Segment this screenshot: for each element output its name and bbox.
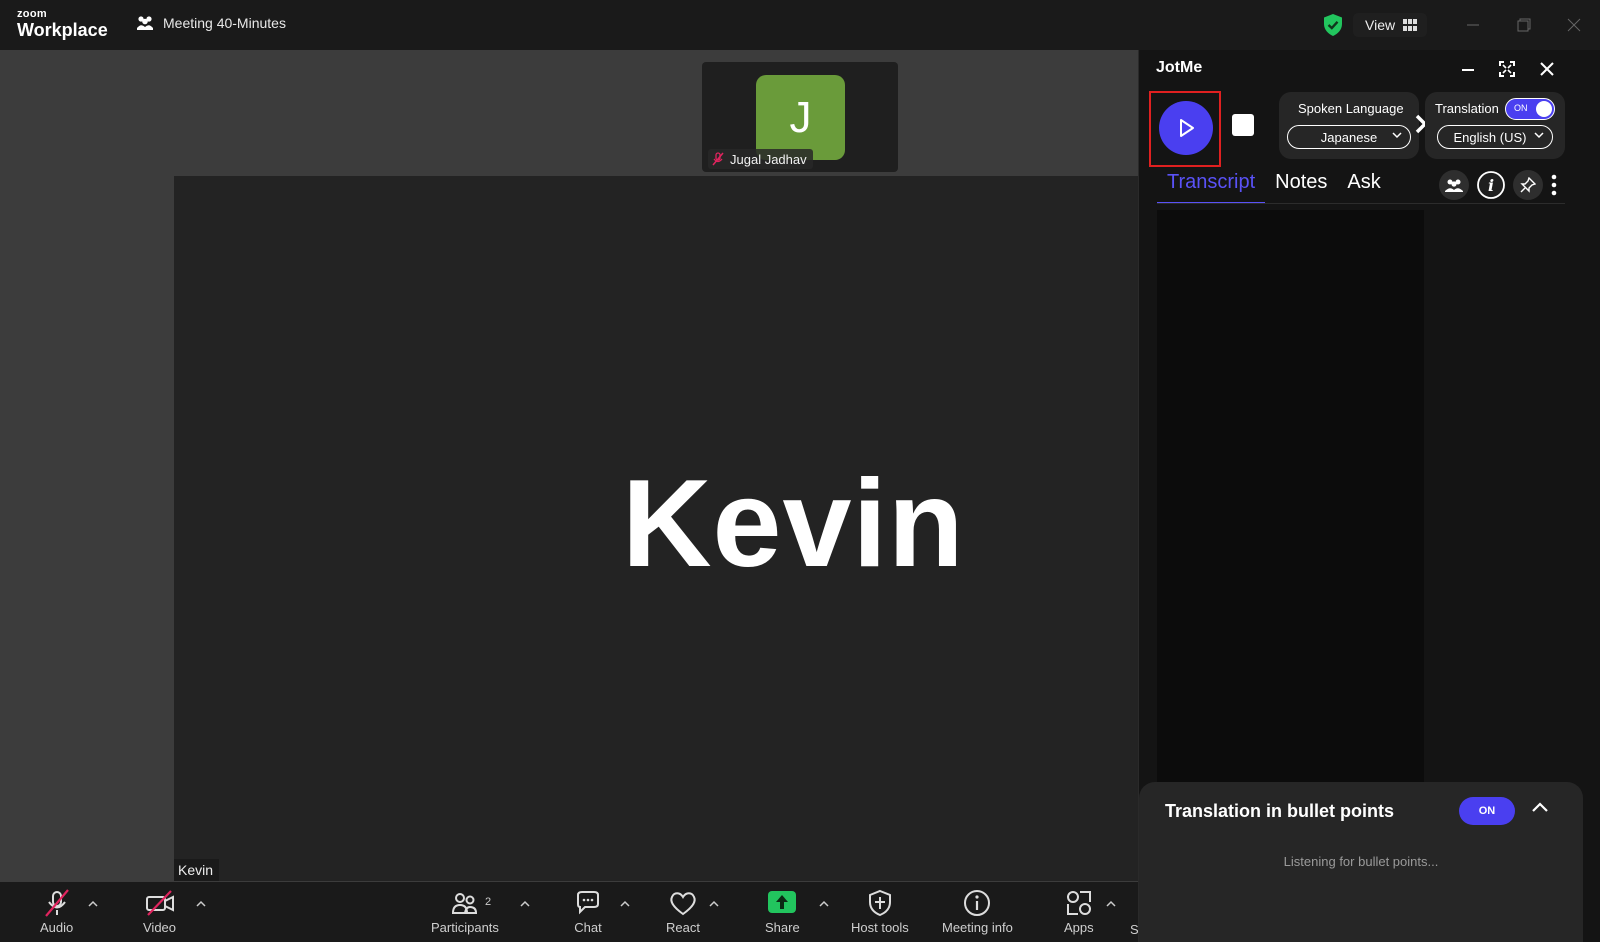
avatar: J xyxy=(756,75,845,160)
audio-label: Audio xyxy=(40,920,74,935)
participants-icon xyxy=(451,893,477,914)
video-button[interactable]: Video xyxy=(143,888,176,935)
tab-ask[interactable]: Ask xyxy=(1337,168,1390,204)
tab-transcript[interactable]: Transcript xyxy=(1157,168,1266,204)
spoken-language-card: Spoken Language Japanese xyxy=(1279,92,1419,159)
minimize-icon[interactable] xyxy=(1462,14,1484,36)
speakers-icon[interactable] xyxy=(1439,170,1469,200)
meeting-info-label: Meeting info xyxy=(942,920,1013,935)
stop-button[interactable] xyxy=(1232,114,1254,136)
play-icon xyxy=(1180,119,1194,137)
zoom-workplace-logo: zoom Workplace xyxy=(17,8,108,40)
share-options-chevron-up-icon[interactable] xyxy=(817,897,831,909)
chat-button[interactable]: Chat xyxy=(574,888,602,935)
close-window-icon[interactable] xyxy=(1563,14,1585,36)
audio-button[interactable]: Audio xyxy=(40,888,73,935)
title-bar: zoom Workplace Meeting 40-Minutes View xyxy=(0,0,1600,50)
translation-toggle-state: ON xyxy=(1514,103,1528,113)
react-button[interactable]: React xyxy=(666,888,700,935)
transcript-area[interactable] xyxy=(1157,210,1424,830)
translation-toggle[interactable]: ON xyxy=(1505,98,1555,120)
meeting-title[interactable]: Meeting 40-Minutes xyxy=(136,15,286,31)
grid-icon xyxy=(1403,19,1418,31)
apps-label: Apps xyxy=(1064,920,1094,935)
participants-count: 2 xyxy=(485,896,492,908)
listening-status: Listening for bullet points... xyxy=(1283,854,1439,869)
host-tools-button[interactable]: Host tools xyxy=(851,888,909,935)
thumbnail-name: Jugal Jadhav xyxy=(730,151,807,167)
heart-icon xyxy=(670,892,696,916)
spoken-language-select[interactable]: Japanese xyxy=(1287,125,1411,149)
video-label: Video xyxy=(143,920,177,935)
thumbnail-name-tag: Jugal Jadhav xyxy=(708,149,813,169)
target-language-select[interactable]: English (US) xyxy=(1437,125,1553,149)
expand-icon[interactable] xyxy=(1496,58,1518,80)
participants-label: Participants xyxy=(431,920,499,935)
pin-icon[interactable] xyxy=(1513,170,1543,200)
bullets-title: Translation in bullet points xyxy=(1165,801,1395,821)
view-label: View xyxy=(1365,17,1396,33)
jotme-title: JotMe xyxy=(1156,59,1203,76)
encryption-shield-icon[interactable] xyxy=(1322,13,1344,42)
share-button[interactable]: Share xyxy=(765,888,800,935)
mic-muted-icon xyxy=(712,152,724,166)
view-button[interactable]: View xyxy=(1353,13,1428,37)
share-label: Share xyxy=(765,920,800,935)
more-options-icon[interactable] xyxy=(1544,170,1564,200)
jotme-panel: JotMe Spoken Language Japanese Translati… xyxy=(1138,50,1600,942)
apps-button[interactable]: Apps xyxy=(1064,888,1094,935)
main-video-tile[interactable]: Kevin Kevin xyxy=(174,176,1138,881)
bullets-toggle[interactable]: ON xyxy=(1459,797,1515,825)
bullet-points-panel: Translation in bullet points ON Listenin… xyxy=(1139,782,1583,942)
chevron-up-icon[interactable] xyxy=(1531,800,1549,818)
host-tools-label: Host tools xyxy=(851,920,909,935)
highlighted-play-area xyxy=(1149,91,1221,167)
main-participant-name: Kevin xyxy=(622,455,965,593)
restore-icon[interactable] xyxy=(1513,14,1535,36)
jotme-tabs: Transcript Notes Ask xyxy=(1157,168,1391,204)
main-video-name-tag: Kevin xyxy=(174,859,220,881)
chevron-down-icon xyxy=(1392,132,1402,139)
tab-notes[interactable]: Notes xyxy=(1265,168,1337,204)
apps-icon xyxy=(1066,891,1091,915)
meeting-toolbar: Audio Video Participants 2 Chat React Sh… xyxy=(0,882,1139,942)
spoken-language-value: Japanese xyxy=(1320,129,1378,145)
info-icon[interactable]: i xyxy=(1476,170,1506,200)
participants-options-chevron-up-icon[interactable] xyxy=(518,897,532,909)
translation-card: Translation ON English (US) xyxy=(1425,92,1565,159)
host-shield-icon xyxy=(868,889,891,917)
minimize-icon[interactable] xyxy=(1457,58,1479,80)
participants-group-icon xyxy=(137,16,153,30)
audio-options-chevron-up-icon[interactable] xyxy=(86,897,100,909)
close-icon[interactable] xyxy=(1536,58,1558,80)
chevron-down-icon xyxy=(1534,132,1544,139)
translation-label: Translation xyxy=(1435,101,1499,116)
spoken-language-label: Spoken Language xyxy=(1298,101,1404,116)
tab-divider xyxy=(1157,203,1565,204)
meeting-info-button[interactable]: Meeting info xyxy=(942,888,1013,935)
chat-options-chevron-up-icon[interactable] xyxy=(618,897,632,909)
participant-thumbnail[interactable]: J Jugal Jadhav xyxy=(702,62,898,172)
svg-text:i: i xyxy=(1488,176,1494,195)
info-icon xyxy=(964,890,991,916)
target-language-value: English (US) xyxy=(1453,129,1527,145)
video-options-chevron-up-icon[interactable] xyxy=(194,897,208,909)
toggle-knob xyxy=(1536,101,1552,117)
apps-options-chevron-up-icon[interactable] xyxy=(1104,897,1118,909)
share-screen-icon xyxy=(768,891,797,913)
mic-muted-icon xyxy=(44,889,69,917)
play-button[interactable] xyxy=(1159,101,1213,155)
meeting-title-text: Meeting 40-Minutes xyxy=(163,15,286,31)
video-off-icon xyxy=(145,890,174,916)
chat-icon xyxy=(577,891,599,915)
chat-label: Chat xyxy=(574,920,602,935)
react-label: React xyxy=(666,920,700,935)
react-options-chevron-up-icon[interactable] xyxy=(707,897,721,909)
